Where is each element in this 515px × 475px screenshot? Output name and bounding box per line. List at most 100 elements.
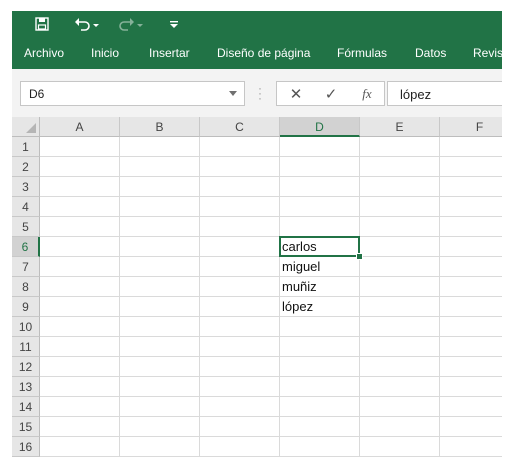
cell-d14[interactable] [280,397,360,417]
cell-e15[interactable] [360,417,440,437]
cell-e14[interactable] [360,397,440,417]
cell-a12[interactable] [40,357,120,377]
chevron-down-icon[interactable] [229,91,237,96]
cell-a5[interactable] [40,217,120,237]
cell-b9[interactable] [120,297,200,317]
cell-b4[interactable] [120,197,200,217]
cell-c5[interactable] [200,217,280,237]
cell-d9[interactable]: lópez [280,297,360,317]
cell-e12[interactable] [360,357,440,377]
select-all-corner[interactable] [12,117,40,137]
save-icon[interactable] [31,14,53,34]
cancel-icon[interactable]: ✕ [285,85,307,103]
cell-f8[interactable] [440,277,502,297]
cell-a1[interactable] [40,137,120,157]
cell-c7[interactable] [200,257,280,277]
cell-b3[interactable] [120,177,200,197]
cell-d13[interactable] [280,377,360,397]
cell-c2[interactable] [200,157,280,177]
cell-b15[interactable] [120,417,200,437]
cell-e6[interactable] [360,237,440,257]
formula-input[interactable]: lópez [387,81,502,106]
cell-f4[interactable] [440,197,502,217]
column-header-f[interactable]: F [440,117,502,137]
row-header-1[interactable]: 1 [12,137,40,157]
cell-b1[interactable] [120,137,200,157]
cell-d11[interactable] [280,337,360,357]
row-header-9[interactable]: 9 [12,297,40,317]
row-header-14[interactable]: 14 [12,397,40,417]
cell-e9[interactable] [360,297,440,317]
cell-a13[interactable] [40,377,120,397]
cell-a7[interactable] [40,257,120,277]
row-header-16[interactable]: 16 [12,437,40,457]
cell-a9[interactable] [40,297,120,317]
cell-f2[interactable] [440,157,502,177]
cell-f10[interactable] [440,317,502,337]
cell-a11[interactable] [40,337,120,357]
cell-e16[interactable] [360,437,440,457]
cell-c10[interactable] [200,317,280,337]
cell-d16[interactable] [280,437,360,457]
enter-icon[interactable]: ✓ [320,85,342,103]
cell-b13[interactable] [120,377,200,397]
cell-f7[interactable] [440,257,502,277]
cell-c15[interactable] [200,417,280,437]
tab-revisar[interactable]: Revis [473,46,502,60]
column-header-c[interactable]: C [200,117,280,137]
cell-c6[interactable] [200,237,280,257]
tab-diseno-de-pagina[interactable]: Diseño de página [217,46,310,60]
cell-b7[interactable] [120,257,200,277]
row-header-10[interactable]: 10 [12,317,40,337]
cell-a6[interactable] [40,237,120,257]
cell-f15[interactable] [440,417,502,437]
column-header-a[interactable]: A [40,117,120,137]
cell-c4[interactable] [200,197,280,217]
cell-c14[interactable] [200,397,280,417]
redo-icon[interactable] [115,14,145,34]
cell-b16[interactable] [120,437,200,457]
cell-c1[interactable] [200,137,280,157]
tab-formulas[interactable]: Fórmulas [337,46,387,60]
cell-f6[interactable] [440,237,502,257]
cell-e1[interactable] [360,137,440,157]
row-header-13[interactable]: 13 [12,377,40,397]
cell-d10[interactable] [280,317,360,337]
cell-a15[interactable] [40,417,120,437]
cell-a2[interactable] [40,157,120,177]
cell-d5[interactable] [280,217,360,237]
cell-d4[interactable] [280,197,360,217]
fill-handle[interactable] [356,253,363,260]
cell-b2[interactable] [120,157,200,177]
cell-a3[interactable] [40,177,120,197]
cell-d2[interactable] [280,157,360,177]
cell-c12[interactable] [200,357,280,377]
cell-d3[interactable] [280,177,360,197]
row-header-12[interactable]: 12 [12,357,40,377]
cell-c11[interactable] [200,337,280,357]
row-header-8[interactable]: 8 [12,277,40,297]
cell-c3[interactable] [200,177,280,197]
cell-e7[interactable] [360,257,440,277]
cell-b6[interactable] [120,237,200,257]
cell-e4[interactable] [360,197,440,217]
resize-handle-icon[interactable]: · · · [258,82,262,104]
cell-b11[interactable] [120,337,200,357]
undo-icon[interactable] [72,14,102,34]
cell-f3[interactable] [440,177,502,197]
cell-e10[interactable] [360,317,440,337]
cell-b12[interactable] [120,357,200,377]
cell-f14[interactable] [440,397,502,417]
cell-c8[interactable] [200,277,280,297]
cell-d7[interactable]: miguel [280,257,360,277]
row-header-11[interactable]: 11 [12,337,40,357]
row-header-4[interactable]: 4 [12,197,40,217]
row-header-3[interactable]: 3 [12,177,40,197]
cell-c13[interactable] [200,377,280,397]
cell-f16[interactable] [440,437,502,457]
cell-b14[interactable] [120,397,200,417]
row-header-5[interactable]: 5 [12,217,40,237]
cell-f12[interactable] [440,357,502,377]
column-header-e[interactable]: E [360,117,440,137]
cell-d12[interactable] [280,357,360,377]
